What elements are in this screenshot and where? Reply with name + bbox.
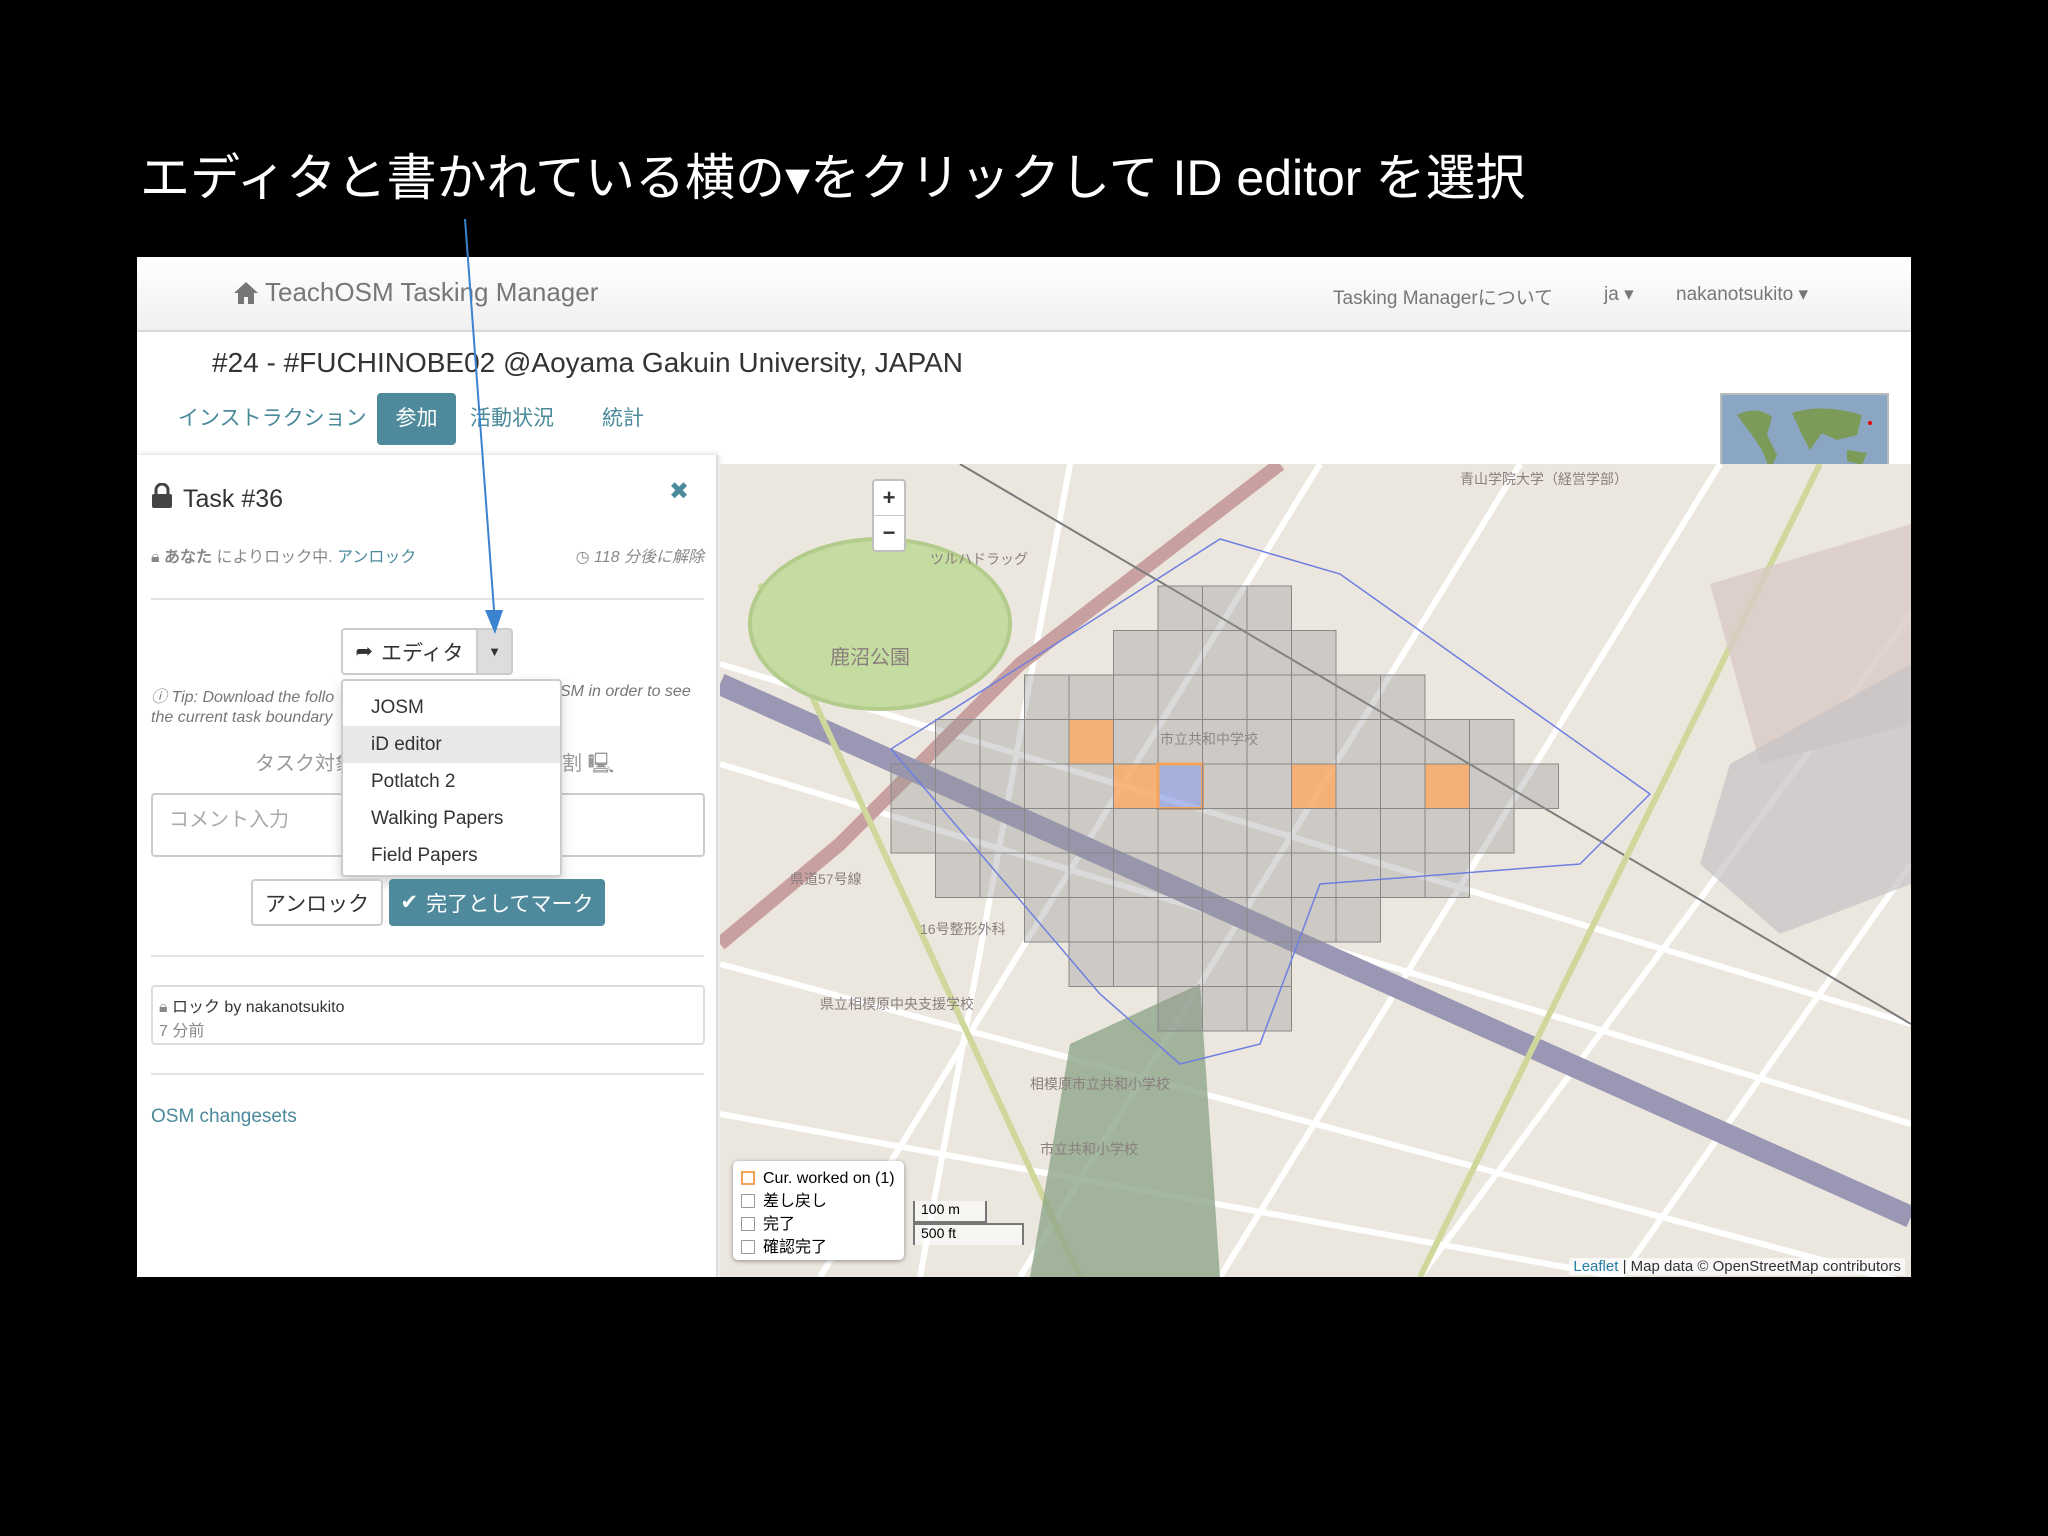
annotation-arrow — [464, 218, 503, 634]
